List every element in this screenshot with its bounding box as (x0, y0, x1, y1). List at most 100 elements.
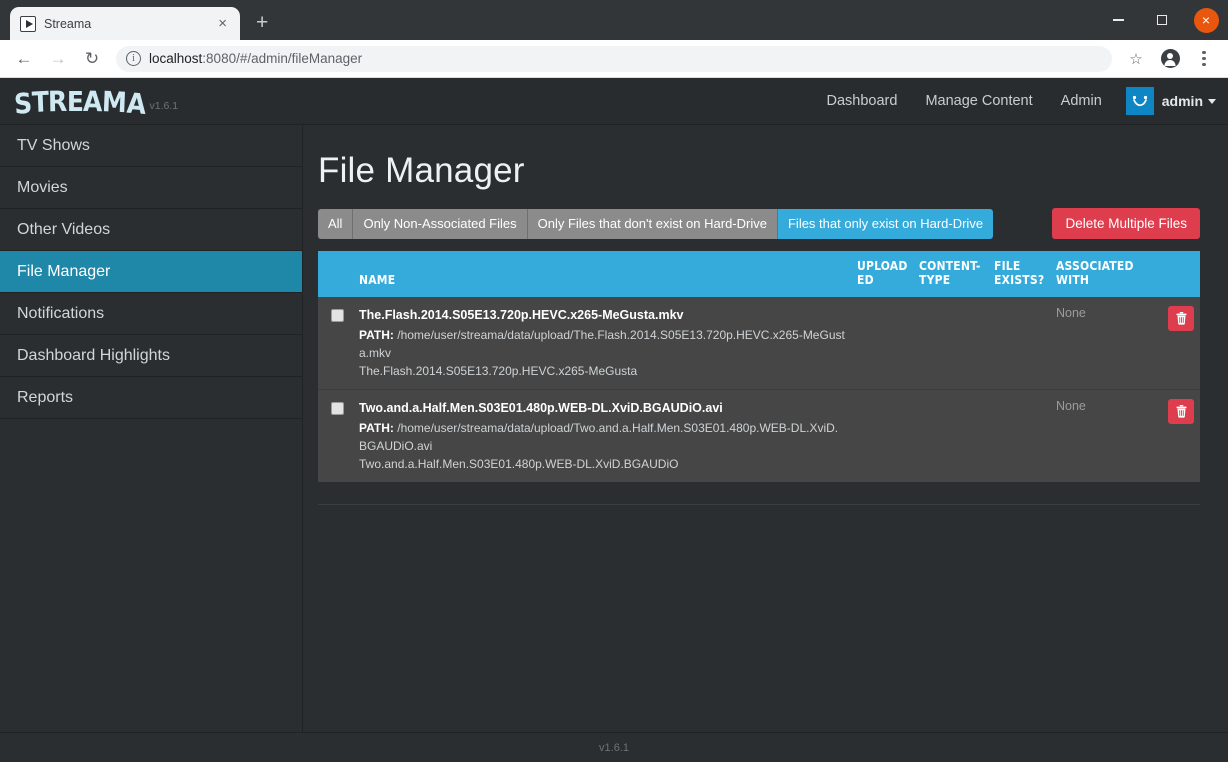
address-bar[interactable]: i localhost:8080/#/admin/fileManager (116, 46, 1112, 72)
sidebar-item-dashboard-highlights[interactable]: Dashboard Highlights (0, 335, 302, 377)
sidebar: TV Shows Movies Other Videos File Manage… (0, 125, 303, 732)
file-path-label: PATH: (359, 328, 394, 342)
row-associated-with-cell: None (1050, 297, 1150, 390)
reload-icon[interactable]: ↻ (76, 43, 108, 75)
url-host: localhost (149, 51, 202, 66)
filter-toolbar: All Only Non-Associated Files Only Files… (318, 208, 1200, 239)
logo-letter: R (48, 87, 67, 115)
brand[interactable]: STREAMA v1.6.1 (14, 89, 178, 114)
file-name: The.Flash.2014.S05E13.720p.HEVC.x265-MeG… (359, 306, 845, 324)
toolbar-actions: ☆ (1120, 43, 1220, 75)
browser-toolbar: ← → ↻ i localhost:8080/#/admin/fileManag… (0, 40, 1228, 78)
new-tab-button[interactable]: + (256, 11, 268, 35)
app-body: TV Shows Movies Other Videos File Manage… (0, 125, 1228, 732)
row-actions-cell (1150, 390, 1200, 483)
streama-logo: STREAMA (14, 87, 146, 115)
minimize-icon[interactable] (1096, 0, 1140, 40)
table-row: Two.and.a.Half.Men.S03E01.480p.WEB-DL.Xv… (318, 390, 1200, 483)
sidebar-item-label: Movies (17, 179, 68, 197)
delete-file-button[interactable] (1168, 399, 1194, 424)
column-content-type: CONTENT- TYPE (913, 251, 988, 297)
user-menu[interactable]: admin (1162, 93, 1216, 109)
row-name-cell: The.Flash.2014.S05E13.720p.HEVC.x265-MeG… (353, 297, 851, 390)
app-navbar: STREAMA v1.6.1 Dashboard Manage Content … (0, 78, 1228, 125)
file-path-value: /home/user/streama/data/upload/Two.and.a… (359, 421, 838, 453)
streama-app: STREAMA v1.6.1 Dashboard Manage Content … (0, 78, 1228, 762)
browser-tabstrip: Streama × + × (0, 0, 1228, 40)
sidebar-item-label: Dashboard Highlights (17, 347, 170, 365)
sidebar-item-label: File Manager (17, 263, 110, 281)
play-icon (20, 16, 36, 32)
main-content: File Manager All Only Non-Associated Fil… (303, 125, 1228, 732)
column-file-exists: FILE EXISTS? (988, 251, 1050, 297)
row-select-cell (318, 297, 353, 390)
app-footer: v1.6.1 (0, 732, 1228, 762)
filter-not-on-harddrive-button[interactable]: Only Files that don't exist on Hard-Driv… (528, 209, 778, 239)
table-row: The.Flash.2014.S05E13.720p.HEVC.x265-MeG… (318, 297, 1200, 390)
sidebar-item-reports[interactable]: Reports (0, 377, 302, 419)
row-select-cell (318, 390, 353, 483)
logo-letter: M (102, 87, 127, 116)
sidebar-item-other-videos[interactable]: Other Videos (0, 209, 302, 251)
file-name: Two.and.a.Half.Men.S03E01.480p.WEB-DL.Xv… (359, 399, 845, 417)
row-content-type-cell (913, 297, 988, 390)
row-content-type-cell (913, 390, 988, 483)
footer-version: v1.6.1 (599, 742, 629, 754)
address-bar-url: localhost:8080/#/admin/fileManager (149, 51, 362, 66)
row-checkbox[interactable] (331, 402, 344, 415)
row-file-exists-cell (988, 297, 1050, 390)
row-checkbox[interactable] (331, 309, 344, 322)
trash-icon (1176, 312, 1187, 325)
profile-avatar-icon[interactable] (1154, 43, 1186, 75)
table-header-row: NAME UPLOAD ED CONTENT- TYPE FILE EXISTS… (318, 251, 1200, 297)
nav-link-admin[interactable]: Admin (1047, 78, 1116, 125)
browser-tab[interactable]: Streama × (10, 7, 240, 40)
filter-non-associated-button[interactable]: Only Non-Associated Files (353, 209, 527, 239)
filter-only-on-harddrive-button[interactable]: Files that only exist on Hard-Drive (778, 209, 993, 239)
delete-multiple-files-button[interactable]: Delete Multiple Files (1052, 208, 1200, 239)
url-path: :8080/#/admin/fileManager (202, 51, 362, 66)
tab-title: Streama (44, 17, 207, 31)
sidebar-item-label: Notifications (17, 305, 104, 323)
back-icon[interactable]: ← (8, 43, 40, 75)
column-uploaded: UPLOAD ED (851, 251, 913, 297)
sidebar-item-file-manager[interactable]: File Manager (0, 251, 302, 293)
navbar-right: Dashboard Manage Content Admin admin (813, 78, 1217, 125)
user-menu-label: admin (1162, 93, 1203, 109)
avatar[interactable] (1126, 87, 1154, 115)
column-name: NAME (353, 251, 851, 297)
info-icon[interactable]: i (126, 51, 141, 66)
close-icon[interactable]: × (215, 16, 230, 31)
delete-file-button[interactable] (1168, 306, 1194, 331)
row-uploaded-cell (851, 390, 913, 483)
bookmark-star-icon[interactable]: ☆ (1120, 43, 1152, 75)
logo-letter: T (31, 87, 49, 116)
nav-link-dashboard[interactable]: Dashboard (813, 78, 912, 125)
maximize-icon[interactable] (1140, 0, 1184, 40)
sidebar-item-label: TV Shows (17, 137, 90, 155)
file-path-label: PATH: (359, 421, 394, 435)
sidebar-item-movies[interactable]: Movies (0, 167, 302, 209)
browser-window: Streama × + × ← → ↻ i localhost:8080/#/a… (0, 0, 1228, 762)
filter-all-button[interactable]: All (318, 209, 353, 239)
column-associated-with: ASSOCIATED WITH (1050, 251, 1150, 297)
close-icon: × (1194, 8, 1219, 33)
page-title: File Manager (318, 151, 1200, 191)
sidebar-item-label: Other Videos (17, 221, 110, 239)
file-path: PATH: /home/user/streama/data/upload/Two… (359, 419, 845, 455)
file-path-value: /home/user/streama/data/upload/The.Flash… (359, 328, 845, 360)
trash-icon (1176, 405, 1187, 418)
nav-link-manage-content[interactable]: Manage Content (911, 78, 1046, 125)
sidebar-item-tv-shows[interactable]: TV Shows (0, 125, 302, 167)
row-name-cell: Two.and.a.Half.Men.S03E01.480p.WEB-DL.Xv… (353, 390, 851, 483)
kebab-menu-icon[interactable] (1188, 43, 1220, 75)
forward-icon[interactable]: → (42, 43, 74, 75)
chevron-down-icon (1208, 99, 1216, 104)
row-file-exists-cell (988, 390, 1050, 483)
logo-letter: E (67, 87, 84, 115)
sidebar-item-label: Reports (17, 389, 73, 407)
file-table: NAME UPLOAD ED CONTENT- TYPE FILE EXISTS… (318, 251, 1200, 482)
window-close-button[interactable]: × (1184, 0, 1228, 40)
file-basename: Two.and.a.Half.Men.S03E01.480p.WEB-DL.Xv… (359, 455, 845, 473)
sidebar-item-notifications[interactable]: Notifications (0, 293, 302, 335)
